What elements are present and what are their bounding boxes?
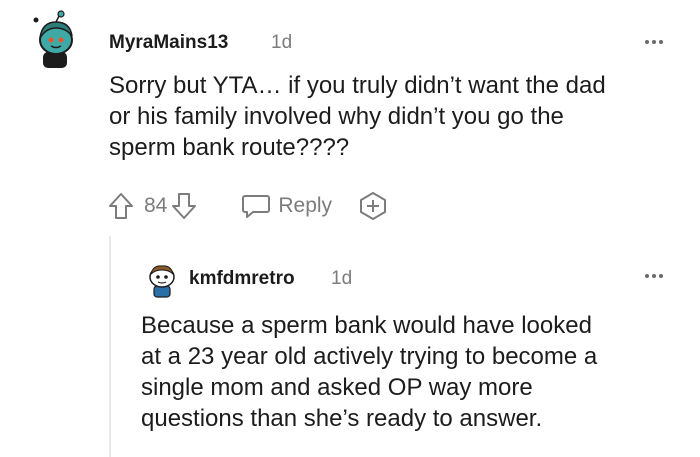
more-icon: [645, 274, 649, 278]
avatar[interactable]: [30, 10, 80, 70]
reply-avatar[interactable]: [145, 262, 179, 298]
reply-line: at a 23 year old actively trying to beco…: [141, 343, 598, 370]
vote-count: 84: [144, 194, 168, 217]
comment-timestamp: 1d: [271, 32, 293, 53]
reply-line: Because a sperm bank would have looked: [141, 312, 592, 339]
reply-timestamp: 1d: [331, 268, 353, 289]
award-button[interactable]: [358, 191, 388, 221]
reply-button[interactable]: Reply: [241, 192, 332, 220]
thread-line: [109, 236, 111, 457]
downvote-button[interactable]: [171, 192, 197, 220]
reply-line: questions than she’s ready to answer.: [141, 405, 543, 432]
user-avatar-icon: [149, 265, 175, 298]
user-avatar-icon: [33, 10, 73, 68]
reply-more-options-button[interactable]: [645, 274, 663, 278]
upvote-button[interactable]: [108, 192, 134, 220]
comment-line: Sorry but YTA… if you truly didn’t want …: [109, 72, 606, 99]
upvote-icon: [109, 193, 133, 219]
comment-line: sperm bank route????: [109, 134, 350, 161]
reply-icon: [242, 195, 271, 218]
reply-username[interactable]: kmfdmretro: [189, 268, 295, 290]
comment-username[interactable]: MyraMains13: [109, 32, 228, 54]
reply-label: Reply: [278, 194, 333, 217]
comment-actions: 84 Reply: [108, 191, 388, 221]
more-icon: [645, 40, 649, 44]
more-options-button[interactable]: [645, 40, 663, 44]
award-icon: [360, 192, 387, 220]
comment-line: or his family involved why didn’t you go…: [109, 103, 564, 130]
reply-body: Because a sperm bank would have looked a…: [141, 310, 691, 434]
downvote-icon: [172, 193, 197, 219]
reply-line: single mom and asked OP way more: [141, 374, 533, 401]
comment-body: Sorry but YTA… if you truly didn’t want …: [109, 70, 689, 163]
